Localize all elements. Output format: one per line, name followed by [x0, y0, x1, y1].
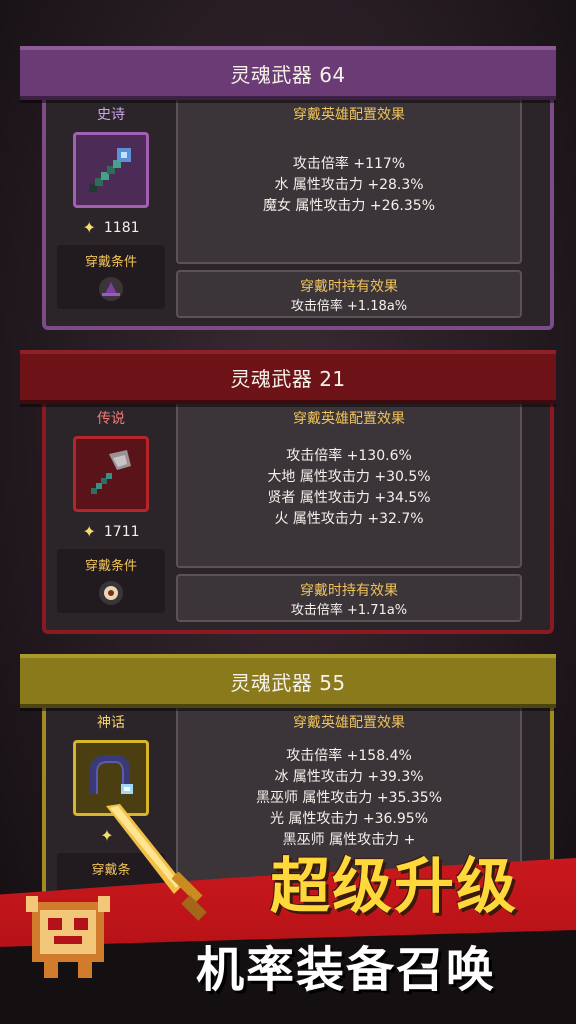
stat-line: 火 属性攻击力 +32.7%: [274, 511, 424, 527]
rarity-label: 神话: [97, 715, 125, 731]
eye-ring-icon: [57, 580, 165, 606]
whip-icon: [90, 755, 133, 794]
stat-line: 光 属性攻击力 +36.95%: [269, 811, 428, 827]
stat-line: 攻击倍率 +117%: [292, 156, 406, 172]
stat-line: 魔女 属性攻击力 +26.35%: [262, 198, 435, 214]
weapon-info: 史诗 ✦ 1181 穿戴条件: [56, 98, 166, 309]
magic-staff-icon: [89, 148, 131, 192]
hold-effect-value: 攻击倍率 +1.71a%: [290, 603, 408, 618]
soul-weapon-card-1[interactable]: 史诗 ✦ 1181 穿戴条件 穿戴英雄配置效果 攻击倍率 +117% 水 属性攻…: [20, 46, 556, 336]
promo-subline: 机率装备召唤: [196, 942, 497, 998]
hold-effects-title: 穿戴时持有效果: [300, 583, 398, 599]
power-row: ✦ 1711: [56, 522, 166, 541]
golden-sword-icon: [106, 804, 207, 921]
power-value: 1711: [103, 523, 140, 540]
demon-creature-icon: [26, 896, 110, 978]
weapon-info: 传说 ✦ 1711 穿戴条件: [56, 402, 166, 613]
sparkle-icon: ✦: [82, 522, 96, 541]
card-title: 灵魂武器 64: [20, 46, 556, 100]
stat-line: 攻击倍率 +130.6%: [286, 448, 412, 464]
requirement-label: 穿戴条件: [84, 559, 137, 574]
card-title: 灵魂武器 55: [20, 654, 556, 708]
weapon-slot[interactable]: [73, 132, 149, 208]
rarity-label: 传说: [97, 411, 125, 427]
hold-effects-title: 穿戴时持有效果: [300, 279, 398, 295]
card-body: 史诗 ✦ 1181 穿戴条件 穿戴英雄配置效果 攻击倍率 +117% 水 属性攻…: [42, 86, 554, 330]
card-title-text: 灵魂武器 64: [230, 62, 346, 87]
equip-effects-title: 穿戴英雄配置效果: [293, 411, 405, 427]
card-title-text: 灵魂武器 55: [230, 670, 346, 695]
equip-effects-title: 穿戴英雄配置效果: [293, 715, 405, 731]
battle-axe-icon: [91, 450, 131, 494]
soul-weapon-card-2[interactable]: 传说 ✦ 1711 穿戴条件 穿戴英雄配置效果 攻击倍率 +130.6% 大地 …: [20, 350, 556, 640]
power-value: 1181: [103, 219, 140, 236]
power-row: ✦ 1181: [56, 218, 166, 237]
sparkle-icon: ✦: [82, 218, 96, 237]
stat-line: 贤者 属性攻击力 +34.5%: [267, 490, 431, 506]
card-title: 灵魂武器 21: [20, 350, 556, 404]
requirement-box: 穿戴条件: [57, 549, 165, 613]
requirement-box: 穿戴条件: [57, 245, 165, 309]
equip-effects-panel: 穿戴英雄配置效果 攻击倍率 +130.6% 大地 属性攻击力 +30.5% 贤者…: [176, 402, 522, 568]
hold-effects-panel: 穿戴时持有效果 攻击倍率 +1.18a%: [176, 270, 522, 318]
stat-line: 攻击倍率 +158.4%: [286, 748, 412, 764]
card-body: 传说 ✦ 1711 穿戴条件 穿戴英雄配置效果 攻击倍率 +130.6% 大地 …: [42, 390, 554, 634]
weapon-slot[interactable]: [73, 436, 149, 512]
stat-line: 黑巫师 属性攻击力 +35.35%: [255, 790, 442, 806]
requirement-label: 穿戴条件: [84, 255, 137, 270]
stat-line: 冰 属性攻击力 +39.3%: [274, 769, 424, 785]
hold-effect-value: 攻击倍率 +1.18a%: [290, 299, 408, 314]
card-title-text: 灵魂武器 21: [230, 366, 346, 391]
promo-headline: 超级升级: [270, 852, 518, 922]
rarity-label: 史诗: [97, 107, 125, 123]
stat-line: 水 属性攻击力 +28.3%: [274, 177, 424, 193]
wizard-hat-icon: [57, 276, 165, 302]
hold-effects-panel: 穿戴时持有效果 攻击倍率 +1.71a%: [176, 574, 522, 622]
stat-line: 大地 属性攻击力 +30.5%: [267, 469, 431, 485]
equip-effects-title: 穿戴英雄配置效果: [293, 107, 405, 123]
equip-effects-panel: 穿戴英雄配置效果 攻击倍率 +117% 水 属性攻击力 +28.3% 魔女 属性…: [176, 98, 522, 264]
